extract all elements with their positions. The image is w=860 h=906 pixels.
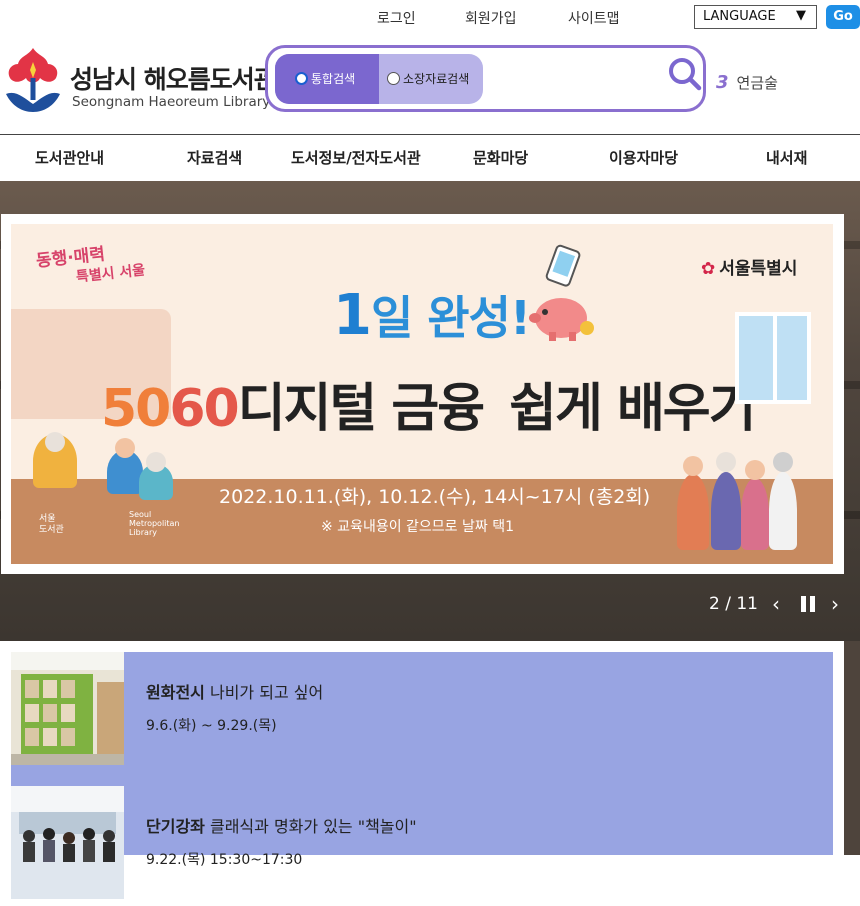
banner-headline-text: 일 완성! [370, 291, 531, 345]
event-category: 단기강좌 [146, 817, 205, 836]
radio-unselected-icon [387, 72, 400, 85]
illustration-person [769, 472, 797, 550]
seongnam-emblem-icon [6, 48, 60, 112]
illustration-head [745, 460, 765, 480]
caret-down-icon: ▼ [796, 8, 806, 23]
gnb-user[interactable]: 이용자마당 [609, 147, 678, 168]
illustration-head [115, 438, 135, 458]
utility-bar: 로그인 회원가입 사이트맵 LANGUAGE ▼ Go [0, 0, 860, 36]
event-thumbnail [11, 786, 124, 899]
seoul-emblem-icon: ✿ [701, 259, 716, 279]
list-item[interactable]: 원화전시 나비가 되고 싶어 9.6.(화) ~ 9.29.(목) [11, 652, 833, 772]
illustration-head [716, 452, 736, 472]
event-date: 9.22.(목) 15:30~17:30 [146, 852, 303, 868]
seoul-city-logo: ✿ 서울특별시 [701, 254, 797, 279]
illustration-head [683, 456, 703, 476]
event-date: 9.6.(화) ~ 9.29.(목) [146, 718, 277, 734]
event-name: 클래식과 명화가 있는 "책놀이" [209, 817, 417, 836]
illustration-person [741, 478, 769, 550]
event-section: 원화전시 나비가 되고 싶어 9.6.(화) ~ 9.29.(목) 단기강좌 클… [0, 641, 860, 899]
illustration-head [45, 432, 65, 452]
chevron-right-icon[interactable]: › [831, 592, 839, 616]
seoul-city-name: 서울특별시 [719, 259, 798, 279]
banner-title-text1: 디지털 금융 [237, 379, 485, 439]
tab-holdings-search[interactable]: 소장자료검색 [379, 54, 483, 104]
illustration-head [773, 452, 793, 472]
main-slider: 동행·매력 특별시 서울 ✿ 서울특별시 1일 완성! 5060디지털 금융 쉽게… [0, 181, 860, 641]
banner-headline-number: 1 [333, 283, 372, 348]
tab-integrated-search[interactable]: 통합검색 [275, 54, 379, 104]
banner-title-text2: 쉽게 배우기 [509, 379, 756, 439]
search-box: 통합검색 소장자료검색 [265, 45, 706, 112]
gnb-my-library[interactable]: 내서재 [766, 147, 807, 168]
tab-holdings-search-label: 소장자료검색 [403, 72, 470, 86]
piggy-bank-icon [529, 298, 594, 341]
join-link[interactable]: 회원가입 [465, 8, 517, 28]
login-link[interactable]: 로그인 [377, 8, 416, 28]
search-type-tabs: 통합검색 소장자료검색 [275, 54, 483, 104]
illustration-head [146, 452, 166, 472]
lecture-photo [11, 786, 124, 899]
smartphone-icon [545, 244, 581, 287]
chevron-left-icon[interactable]: ‹ [772, 592, 780, 616]
trending-keyword[interactable]: 3 연금술 [716, 72, 778, 93]
language-select[interactable]: LANGUAGE ▼ [694, 5, 817, 29]
search-icon[interactable] [667, 56, 703, 92]
site-header: 성남시 해오름도서관 Seongnam Haeoreum Library 통합검… [0, 36, 860, 135]
gnb-search[interactable]: 자료검색 [187, 147, 242, 168]
language-select-label: LANGUAGE [703, 9, 776, 24]
seoul-library-logo-en: Seoul Metropolitan Library [129, 510, 180, 537]
slide-counter: 2 / 11 [709, 594, 758, 614]
banner-note: ※ 교육내용이 같으므로 날짜 택1 [321, 519, 514, 535]
event-title: 원화전시 나비가 되고 싶어 [146, 679, 323, 703]
banner-title-num1: 50 [101, 379, 171, 439]
radio-selected-icon [295, 72, 308, 85]
banner-title-num2: 60 [169, 379, 239, 439]
list-item[interactable]: 단기강좌 클래식과 명화가 있는 "책놀이" 9.22.(목) 15:30~17… [11, 786, 833, 906]
background-strip [844, 641, 860, 855]
event-name: 나비가 되고 싶어 [209, 683, 324, 702]
trending-keyword-text: 연금술 [736, 74, 778, 92]
event-text: 단기강좌 클래식과 명화가 있는 "책놀이" 9.22.(목) 15:30~17… [146, 813, 417, 869]
gnb-culture[interactable]: 문화마당 [473, 147, 528, 168]
illustration-person [711, 472, 741, 550]
event-category: 원화전시 [146, 683, 205, 702]
sitemap-link[interactable]: 사이트맵 [568, 8, 620, 28]
event-text: 원화전시 나비가 되고 싶어 9.6.(화) ~ 9.29.(목) [146, 679, 323, 735]
trending-rank: 3 [716, 72, 729, 93]
library-logo[interactable]: 성남시 해오름도서관 Seongnam Haeoreum Library [0, 42, 277, 122]
banner-window-decoration [735, 312, 811, 404]
main-navigation: 도서관안내 자료검색 도서정보/전자도서관 문화마당 이용자마당 내서재 [0, 136, 860, 181]
tab-integrated-search-label: 통합검색 [311, 72, 356, 86]
event-title: 단기강좌 클래식과 명화가 있는 "책놀이" [146, 813, 417, 837]
seoul-library-logo: 서울 도서관 [39, 514, 64, 535]
event-thumbnail [11, 652, 124, 765]
slide-banner[interactable]: 동행·매력 특별시 서울 ✿ 서울특별시 1일 완성! 5060디지털 금융 쉽게… [11, 224, 833, 564]
banner-event-date: 2022.10.11.(화), 10.12.(수), 14시~17시 (총2회) [219, 486, 651, 508]
language-go-button[interactable]: Go [826, 5, 860, 29]
banner-title: 5060디지털 금융 쉽게 배우기 [101, 366, 756, 441]
exhibition-photo [11, 652, 124, 765]
gnb-book-info[interactable]: 도서정보/전자도서관 [291, 147, 421, 168]
illustration-person [677, 474, 709, 550]
banner-slogan: 동행·매력 특별시 서울 [35, 241, 146, 292]
library-name-en: Seongnam Haeoreum Library [72, 94, 271, 110]
gnb-library-info[interactable]: 도서관안내 [35, 147, 104, 168]
library-name: 성남시 해오름도서관 [70, 65, 277, 94]
pause-icon[interactable] [800, 596, 816, 612]
banner-headline: 1일 완성! [333, 282, 531, 348]
event-list: 원화전시 나비가 되고 싶어 9.6.(화) ~ 9.29.(목) 단기강좌 클… [11, 652, 833, 899]
